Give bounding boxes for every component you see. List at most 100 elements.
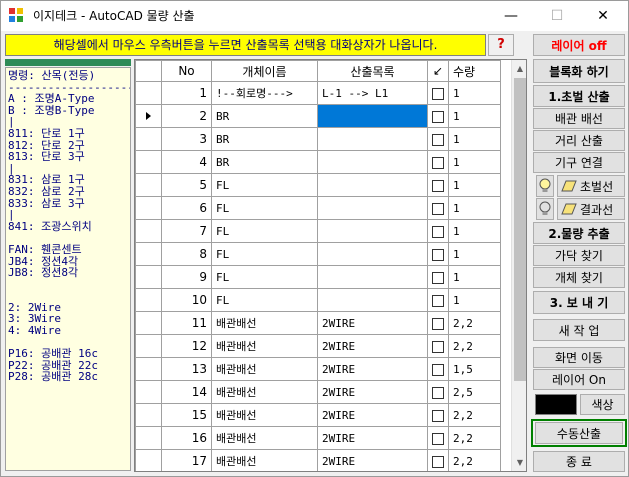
cell-quantity[interactable]: 1 <box>448 81 501 105</box>
row-header[interactable] <box>135 173 162 197</box>
result-line-erase-button[interactable]: 결과선 <box>557 198 625 220</box>
color-swatch[interactable] <box>535 394 577 415</box>
cell-object-name[interactable]: FL <box>211 196 318 220</box>
layer-on-button[interactable]: 레이어 On <box>533 369 625 390</box>
row-checkbox[interactable] <box>432 317 444 330</box>
cell-quantity[interactable]: 1 <box>448 288 501 312</box>
cell-calc-list[interactable] <box>317 242 428 266</box>
cell-no[interactable]: 17 <box>161 449 212 471</box>
cell-no[interactable]: 15 <box>161 403 212 427</box>
cell-quantity[interactable]: 2,5 <box>448 380 501 404</box>
cell-object-name[interactable]: FL <box>211 173 318 197</box>
cell-object-name[interactable]: BR <box>211 104 318 128</box>
cell-quantity[interactable]: 1 <box>448 219 501 243</box>
row-header[interactable] <box>135 403 162 427</box>
row-checkbox[interactable] <box>432 225 444 238</box>
manual-calc-button[interactable]: 수동산출 <box>535 422 623 444</box>
cell-check[interactable] <box>427 127 449 151</box>
cell-quantity[interactable]: 1 <box>448 173 501 197</box>
cell-check[interactable] <box>427 104 449 128</box>
cell-check[interactable] <box>427 242 449 266</box>
table-row[interactable]: 5 FL 1 <box>135 173 501 197</box>
table-row[interactable]: 13 배관배선 2WIRE 1,5 <box>135 357 501 381</box>
screen-move-button[interactable]: 화면 이동 <box>533 347 625 368</box>
table-row[interactable]: 7 FL 1 <box>135 219 501 243</box>
draft-line-toggle-button[interactable] <box>536 175 554 197</box>
cell-check[interactable] <box>427 403 449 427</box>
row-checkbox[interactable] <box>432 271 444 284</box>
cell-calc-list[interactable] <box>317 265 428 289</box>
row-checkbox[interactable] <box>432 248 444 261</box>
cell-quantity[interactable]: 1 <box>448 242 501 266</box>
row-header[interactable] <box>135 426 162 450</box>
cell-check[interactable] <box>427 265 449 289</box>
table-row[interactable]: 12 배관배선 2WIRE 2,2 <box>135 334 501 358</box>
cell-no[interactable]: 9 <box>161 265 212 289</box>
cell-quantity[interactable]: 1 <box>448 196 501 220</box>
row-header[interactable] <box>135 242 162 266</box>
row-header[interactable] <box>135 449 162 471</box>
cell-calc-list[interactable]: 2WIRE <box>317 380 428 404</box>
table-row[interactable]: 9 FL 1 <box>135 265 501 289</box>
cell-check[interactable] <box>427 81 449 105</box>
cell-no[interactable]: 7 <box>161 219 212 243</box>
cell-no[interactable]: 10 <box>161 288 212 312</box>
cell-no[interactable]: 4 <box>161 150 212 174</box>
cell-object-name[interactable]: 배관배선 <box>211 449 318 471</box>
fixture-connect-button[interactable]: 기구 연결 <box>533 152 625 173</box>
cell-quantity[interactable]: 2,2 <box>448 426 501 450</box>
cell-no[interactable]: 12 <box>161 334 212 358</box>
maximize-button[interactable]: ☐ <box>534 1 580 31</box>
cell-calc-list[interactable] <box>317 173 428 197</box>
col-header-no[interactable]: No <box>161 60 212 82</box>
row-checkbox[interactable] <box>432 179 444 192</box>
scroll-down-icon[interactable]: ▼ <box>512 454 526 471</box>
draft-line-erase-button[interactable]: 초벌선 <box>557 175 625 197</box>
cell-object-name[interactable]: !--회로명---> <box>211 81 318 105</box>
cell-calc-list[interactable] <box>317 196 428 220</box>
cell-check[interactable] <box>427 288 449 312</box>
cell-object-name[interactable]: 배관배선 <box>211 357 318 381</box>
row-header[interactable] <box>135 265 162 289</box>
row-checkbox[interactable] <box>432 386 444 399</box>
cell-object-name[interactable]: 배관배선 <box>211 380 318 404</box>
cell-no[interactable]: 2 <box>161 104 212 128</box>
row-checkbox[interactable] <box>432 133 444 146</box>
cell-no[interactable]: 11 <box>161 311 212 335</box>
cell-quantity[interactable]: 1 <box>448 150 501 174</box>
row-checkbox[interactable] <box>432 340 444 353</box>
cell-check[interactable] <box>427 357 449 381</box>
cell-no[interactable]: 8 <box>161 242 212 266</box>
cell-check[interactable] <box>427 334 449 358</box>
cell-calc-list[interactable] <box>317 288 428 312</box>
layer-off-button[interactable]: 레이어 off <box>533 34 625 56</box>
cell-object-name[interactable]: 배관배선 <box>211 334 318 358</box>
scroll-up-icon[interactable]: ▲ <box>512 60 526 77</box>
cell-calc-list[interactable] <box>317 219 428 243</box>
table-row[interactable]: 15 배관배선 2WIRE 2,2 <box>135 403 501 427</box>
distance-calc-button[interactable]: 거리 산출 <box>533 130 625 151</box>
scroll-thumb[interactable] <box>514 78 526 381</box>
table-row[interactable]: 3 BR 1 <box>135 127 501 151</box>
col-header-name[interactable]: 개체이름 <box>211 60 318 82</box>
cell-calc-list[interactable]: 2WIRE <box>317 403 428 427</box>
find-object-button[interactable]: 개체 찾기 <box>533 267 625 288</box>
cell-check[interactable] <box>427 380 449 404</box>
cell-object-name[interactable]: 배관배선 <box>211 403 318 427</box>
cell-object-name[interactable]: FL <box>211 288 318 312</box>
cell-quantity[interactable]: 1 <box>448 265 501 289</box>
row-header[interactable] <box>135 219 162 243</box>
cell-calc-list[interactable]: L-1 --> L1 <box>317 81 428 105</box>
table-row[interactable]: 14 배관배선 2WIRE 2,5 <box>135 380 501 404</box>
cell-quantity[interactable]: 2,2 <box>448 449 501 471</box>
cell-check[interactable] <box>427 173 449 197</box>
row-checkbox[interactable] <box>432 110 444 123</box>
row-checkbox[interactable] <box>432 363 444 376</box>
step2-quantity-extract-button[interactable]: 2.물량 추출 <box>533 222 625 244</box>
cell-check[interactable] <box>427 311 449 335</box>
row-header[interactable] <box>135 357 162 381</box>
row-checkbox[interactable] <box>432 409 444 422</box>
cell-object-name[interactable]: 배관배선 <box>211 311 318 335</box>
row-checkbox[interactable] <box>432 156 444 169</box>
row-header[interactable] <box>135 196 162 220</box>
